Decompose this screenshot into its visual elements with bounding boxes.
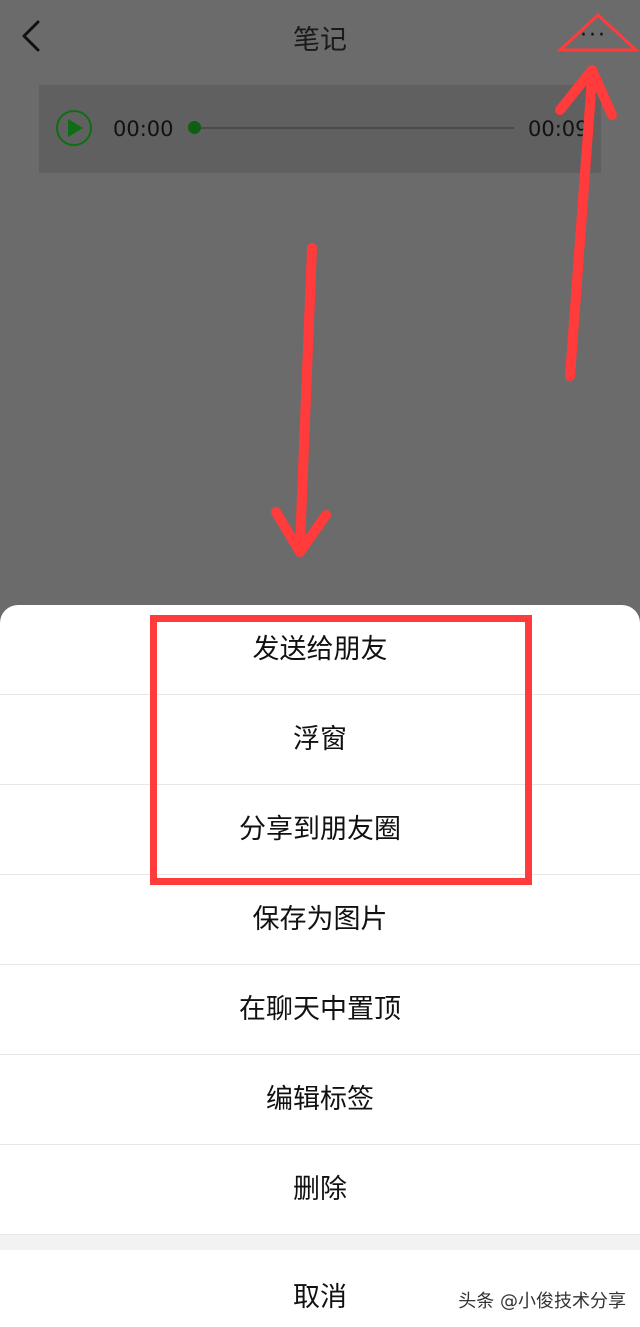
page-title: 笔记 — [293, 25, 347, 56]
current-time: 00:00 — [113, 117, 174, 141]
play-button[interactable] — [56, 110, 92, 146]
nav-bar: 笔记 ··· — [0, 0, 640, 76]
annotation-arrow-down — [295, 243, 317, 550]
audio-player: 00:00 00:09 — [39, 85, 601, 173]
more-icon: ··· — [580, 23, 607, 48]
sheet-divider — [0, 1235, 640, 1250]
action-sheet: 发送给朋友 浮窗 分享到朋友圈 保存为图片 在聊天中置顶 编辑标签 删除 取消 — [0, 605, 640, 1327]
floating-window-item[interactable]: 浮窗 — [0, 695, 640, 785]
more-button[interactable]: ··· — [566, 18, 628, 54]
share-to-moments-item[interactable]: 分享到朋友圈 — [0, 785, 640, 875]
pin-in-chat-item[interactable]: 在聊天中置顶 — [0, 965, 640, 1055]
save-as-image-item[interactable]: 保存为图片 — [0, 875, 640, 965]
watermark: 头条 @小俊技术分享 — [458, 1291, 626, 1312]
progress-track[interactable] — [194, 127, 514, 129]
total-duration: 00:09 — [528, 117, 589, 141]
play-icon — [68, 119, 83, 137]
progress-knob[interactable] — [187, 121, 201, 134]
edit-tags-item[interactable]: 编辑标签 — [0, 1055, 640, 1145]
send-to-friend-item[interactable]: 发送给朋友 — [0, 605, 640, 695]
delete-item[interactable]: 删除 — [0, 1145, 640, 1235]
